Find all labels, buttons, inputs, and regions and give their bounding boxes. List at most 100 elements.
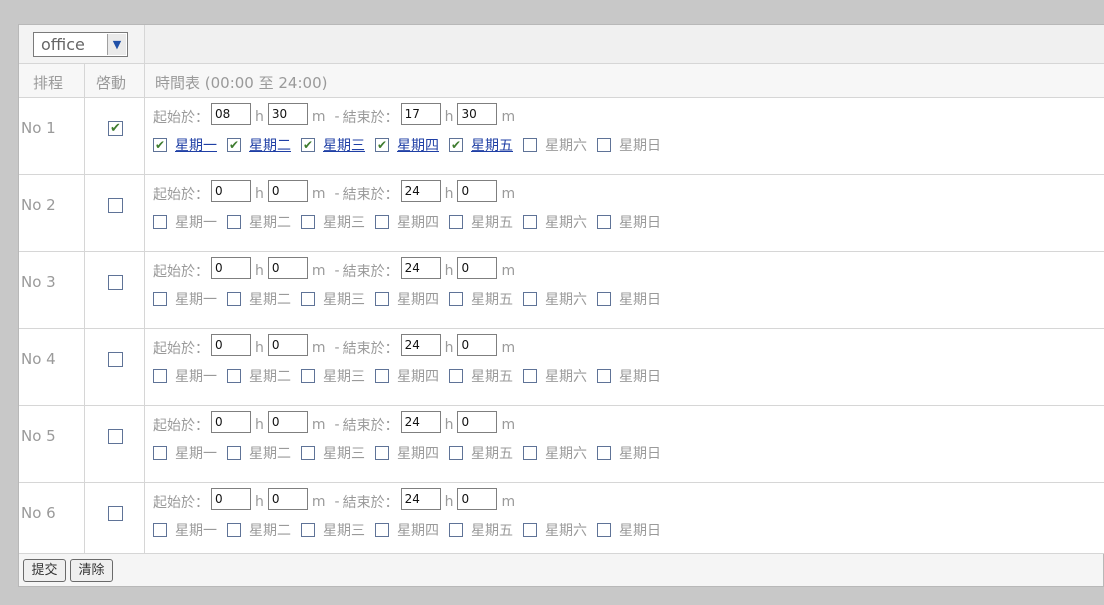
day-checkbox[interactable] xyxy=(523,138,537,152)
day-option[interactable]: 星期一 xyxy=(153,366,217,386)
day-checkbox[interactable] xyxy=(301,369,315,383)
day-checkbox[interactable] xyxy=(597,369,611,383)
day-checkbox[interactable] xyxy=(227,292,241,306)
start-hour-input[interactable]: 0 xyxy=(211,488,251,510)
day-option[interactable]: 星期一 xyxy=(153,212,217,232)
day-checkbox[interactable] xyxy=(375,292,389,306)
day-option[interactable]: 星期二 xyxy=(227,366,291,386)
start-hour-input[interactable]: 0 xyxy=(211,334,251,356)
day-option[interactable]: 星期日 xyxy=(597,289,661,309)
day-option[interactable]: 星期四 xyxy=(375,520,439,540)
day-checkbox[interactable] xyxy=(227,369,241,383)
day-option[interactable]: 星期六 xyxy=(523,366,587,386)
submit-button[interactable]: 提交 xyxy=(23,559,66,582)
end-hour-input[interactable]: 24 xyxy=(400,180,441,202)
day-option[interactable]: 星期二 xyxy=(227,289,291,309)
day-checkbox[interactable] xyxy=(301,292,315,306)
enable-checkbox[interactable] xyxy=(108,352,123,367)
day-checkbox[interactable] xyxy=(227,523,241,537)
profile-select[interactable]: office ▼ xyxy=(33,32,128,57)
day-checkbox[interactable] xyxy=(375,215,389,229)
end-hour-input[interactable]: 24 xyxy=(400,334,441,356)
day-option[interactable]: 星期三 xyxy=(301,520,365,540)
day-checkbox[interactable] xyxy=(375,369,389,383)
day-checkbox[interactable]: ✔ xyxy=(153,138,167,152)
day-checkbox[interactable] xyxy=(597,523,611,537)
day-option[interactable]: 星期五 xyxy=(449,520,513,540)
enable-checkbox[interactable] xyxy=(108,429,123,444)
day-option[interactable]: 星期二 xyxy=(227,520,291,540)
day-option[interactable]: 星期四 xyxy=(375,212,439,232)
end-minute-input[interactable]: 0 xyxy=(457,180,498,202)
day-checkbox[interactable] xyxy=(153,369,167,383)
day-checkbox[interactable]: ✔ xyxy=(301,138,315,152)
day-option[interactable]: ✔ 星期二 xyxy=(227,135,291,155)
day-option[interactable]: ✔ 星期五 xyxy=(449,135,513,155)
day-option[interactable]: 星期三 xyxy=(301,443,365,463)
day-option[interactable]: 星期四 xyxy=(375,366,439,386)
day-checkbox[interactable]: ✔ xyxy=(375,138,389,152)
day-checkbox[interactable] xyxy=(375,523,389,537)
day-checkbox[interactable] xyxy=(301,446,315,460)
day-checkbox[interactable] xyxy=(227,215,241,229)
day-option[interactable]: 星期四 xyxy=(375,289,439,309)
start-minute-input[interactable]: 0 xyxy=(267,488,308,510)
day-checkbox[interactable] xyxy=(597,292,611,306)
day-option[interactable]: 星期五 xyxy=(449,443,513,463)
day-checkbox[interactable] xyxy=(597,138,611,152)
day-checkbox[interactable] xyxy=(523,292,537,306)
day-option[interactable]: 星期三 xyxy=(301,212,365,232)
day-checkbox[interactable] xyxy=(449,523,463,537)
start-minute-input[interactable]: 0 xyxy=(267,334,308,356)
day-checkbox[interactable] xyxy=(153,446,167,460)
day-checkbox[interactable] xyxy=(153,292,167,306)
clear-button[interactable]: 清除 xyxy=(70,559,113,582)
day-option[interactable]: 星期一 xyxy=(153,520,217,540)
end-minute-input[interactable]: 0 xyxy=(457,488,498,510)
day-label[interactable]: 星期三 xyxy=(323,135,365,155)
day-option[interactable]: 星期日 xyxy=(597,135,661,155)
day-option[interactable]: 星期三 xyxy=(301,366,365,386)
day-checkbox[interactable] xyxy=(153,523,167,537)
day-checkbox[interactable] xyxy=(449,369,463,383)
day-checkbox[interactable] xyxy=(227,446,241,460)
end-hour-input[interactable]: 24 xyxy=(400,257,441,279)
end-minute-input[interactable]: 0 xyxy=(457,334,498,356)
day-checkbox[interactable] xyxy=(449,215,463,229)
day-label[interactable]: 星期一 xyxy=(175,135,217,155)
day-option[interactable]: 星期六 xyxy=(523,289,587,309)
start-minute-input[interactable]: 0 xyxy=(267,257,308,279)
start-hour-input[interactable]: 0 xyxy=(211,411,251,433)
day-checkbox[interactable]: ✔ xyxy=(227,138,241,152)
day-checkbox[interactable] xyxy=(449,292,463,306)
start-minute-input[interactable]: 0 xyxy=(267,411,308,433)
day-label[interactable]: 星期二 xyxy=(249,135,291,155)
day-option[interactable]: 星期二 xyxy=(227,212,291,232)
end-minute-input[interactable]: 30 xyxy=(457,103,498,125)
day-option[interactable]: 星期三 xyxy=(301,289,365,309)
day-checkbox[interactable] xyxy=(301,523,315,537)
day-checkbox[interactable] xyxy=(375,446,389,460)
start-hour-input[interactable]: 0 xyxy=(211,180,251,202)
start-hour-input[interactable]: 0 xyxy=(211,257,251,279)
enable-checkbox[interactable]: ✔ xyxy=(108,121,123,136)
day-option[interactable]: 星期二 xyxy=(227,443,291,463)
day-checkbox[interactable] xyxy=(597,215,611,229)
day-checkbox[interactable] xyxy=(597,446,611,460)
day-option[interactable]: 星期一 xyxy=(153,443,217,463)
day-checkbox[interactable] xyxy=(523,369,537,383)
day-option[interactable]: 星期五 xyxy=(449,212,513,232)
day-option[interactable]: 星期四 xyxy=(375,443,439,463)
end-hour-input[interactable]: 24 xyxy=(400,488,441,510)
day-option[interactable]: ✔ 星期一 xyxy=(153,135,217,155)
enable-checkbox[interactable] xyxy=(108,275,123,290)
day-checkbox[interactable]: ✔ xyxy=(449,138,463,152)
day-option[interactable]: ✔ 星期四 xyxy=(375,135,439,155)
end-minute-input[interactable]: 0 xyxy=(457,411,498,433)
day-checkbox[interactable] xyxy=(523,446,537,460)
start-hour-input[interactable]: 08 xyxy=(211,103,251,125)
day-option[interactable]: 星期日 xyxy=(597,443,661,463)
enable-checkbox[interactable] xyxy=(108,506,123,521)
day-option[interactable]: 星期六 xyxy=(523,443,587,463)
end-hour-input[interactable]: 17 xyxy=(400,103,441,125)
